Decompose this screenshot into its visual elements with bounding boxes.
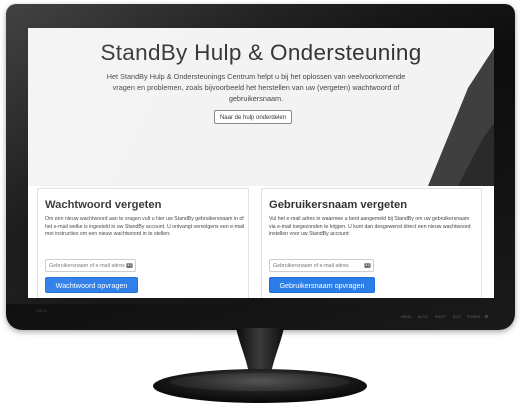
monitor-control-auto[interactable]: AUTO — [418, 315, 428, 319]
monitor-base — [153, 369, 367, 403]
username-card-title: Gebruikersnaam vergeten — [269, 199, 408, 211]
username-card-description: Vul het e-mail adres in waarmee u bent a… — [269, 216, 471, 238]
monitor-control-power[interactable]: POWER — [467, 315, 481, 319]
monitor-control-menu[interactable]: MENU — [401, 315, 412, 319]
request-password-button[interactable]: Wachtwoord opvragen — [45, 277, 138, 293]
hero-section: StandBy Hulp & Ondersteuning Het StandBy… — [28, 28, 494, 186]
request-username-button[interactable]: Gebruikersnaam opvragen — [269, 277, 375, 293]
power-led-icon — [485, 315, 488, 318]
contact-card-icon — [126, 263, 133, 268]
username-recovery-card: Gebruikersnaam vergeten Vul het e-mail a… — [261, 188, 482, 298]
monitor-control-eco[interactable]: ECO — [453, 315, 461, 319]
password-username-input[interactable] — [46, 260, 129, 271]
page-title: StandBy Hulp & Ondersteuning — [100, 40, 422, 65]
monitor-control-input[interactable]: INPUT — [435, 315, 446, 319]
username-email-field[interactable] — [269, 259, 374, 272]
password-username-field[interactable] — [45, 259, 136, 272]
password-card-title: Wachtwoord vergeten — [45, 199, 162, 211]
monitor-logo: DELL — [36, 308, 49, 313]
screen: StandBy Hulp & Ondersteuning Het StandBy… — [28, 28, 494, 298]
contact-card-icon — [364, 263, 371, 268]
password-reset-card: Wachtwoord vergeten Om een nieuw wachtwo… — [37, 188, 249, 298]
help-sections-button[interactable]: Naar de hulp onderdelen — [214, 110, 292, 124]
password-card-description: Om een nieuw wachtwoord aan te vragen vu… — [45, 216, 245, 238]
username-email-input[interactable] — [270, 260, 367, 271]
hero-description: Het StandBy Hulp & Ondersteunings Centru… — [106, 72, 406, 103]
